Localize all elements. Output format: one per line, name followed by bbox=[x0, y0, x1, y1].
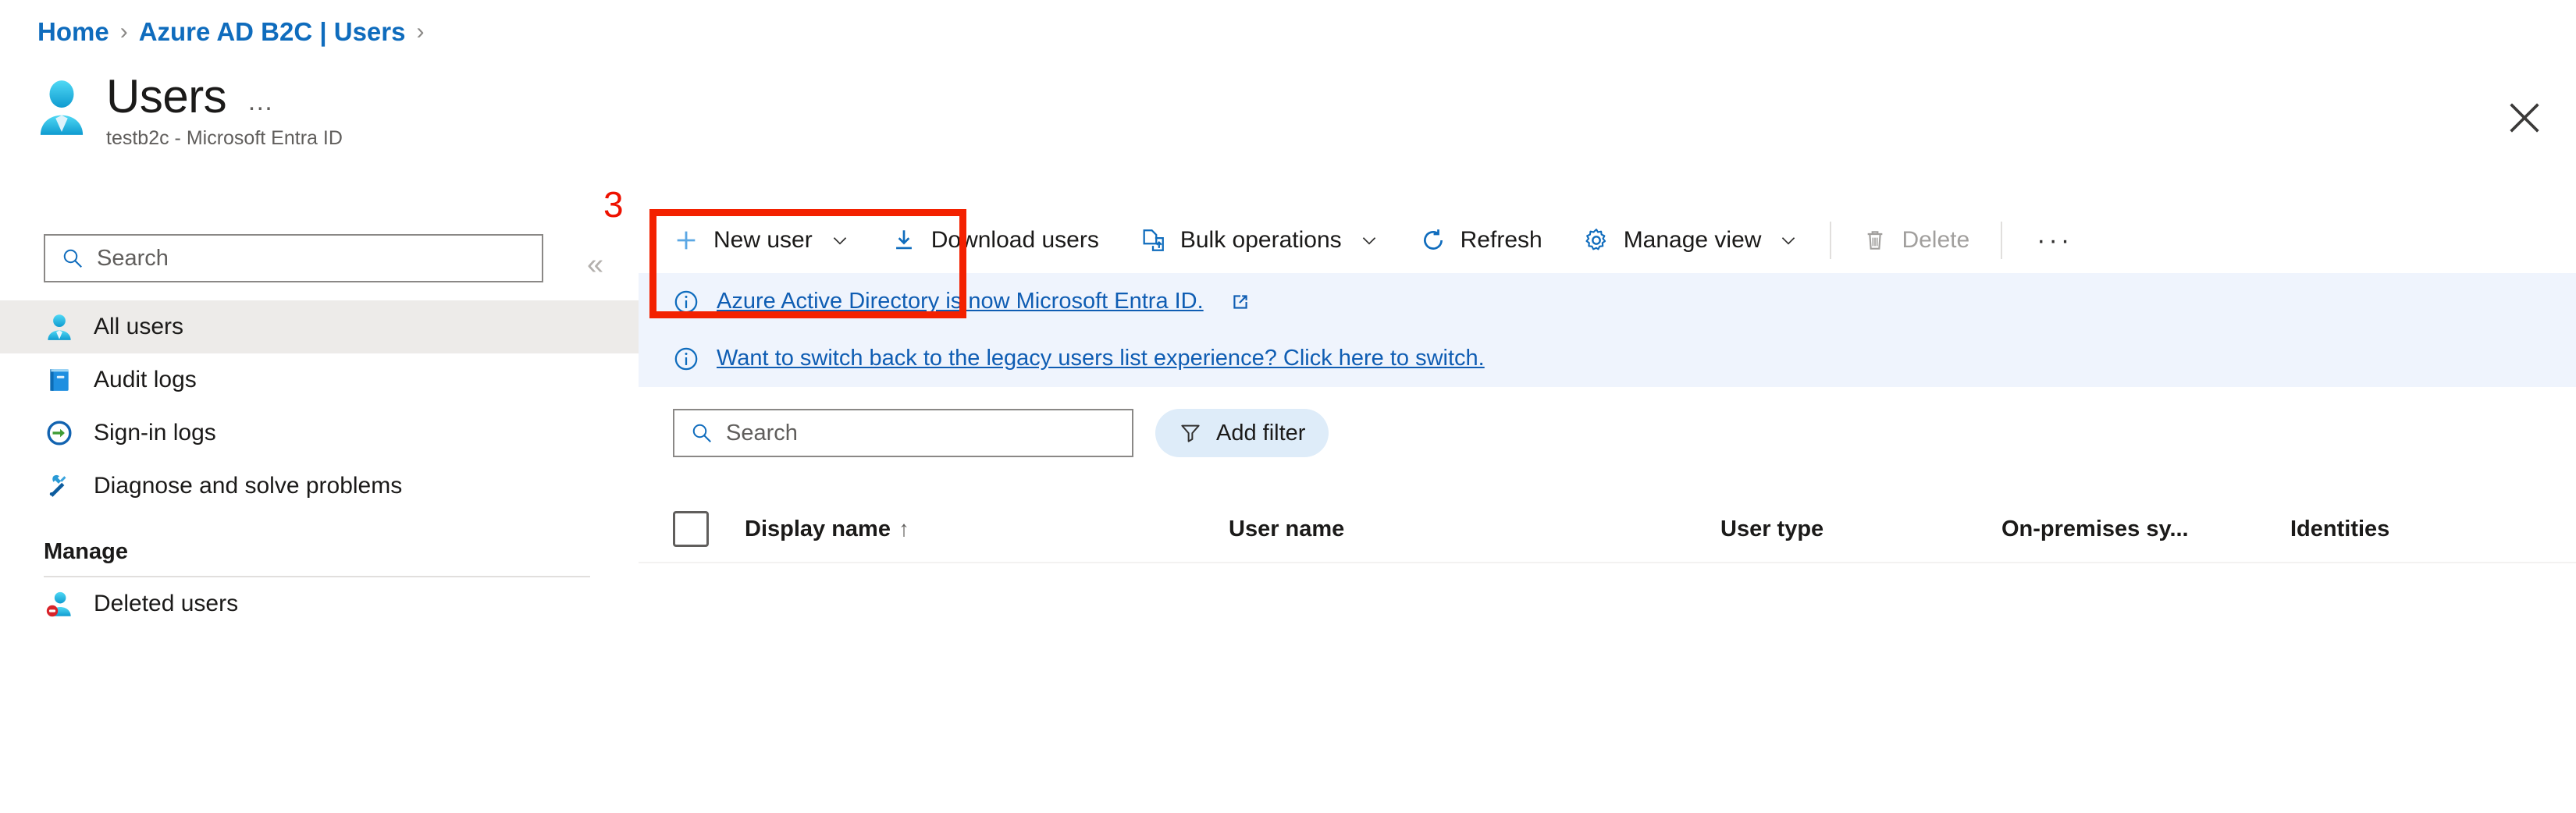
external-link-icon[interactable] bbox=[1230, 292, 1251, 312]
chevron-right-icon-2: › bbox=[416, 19, 425, 44]
page-header: Users … testb2c - Microsoft Entra ID bbox=[37, 72, 343, 150]
column-header-user-type[interactable]: User type bbox=[1720, 517, 2001, 542]
page-title: Users bbox=[106, 70, 227, 122]
select-all-checkbox-cell bbox=[673, 511, 745, 547]
column-header-label: User type bbox=[1720, 516, 1824, 541]
table-header-row: Display name ↑ User name User type On-pr… bbox=[639, 496, 2576, 563]
download-users-button[interactable]: Download users bbox=[870, 208, 1119, 273]
sidebar-item-audit-logs[interactable]: Audit logs bbox=[0, 353, 639, 406]
banner-link-legacy-list[interactable]: Want to switch back to the legacy users … bbox=[717, 346, 1485, 371]
page-more-menu-button[interactable]: … bbox=[247, 87, 276, 117]
select-all-checkbox[interactable] bbox=[673, 511, 709, 547]
column-header-label: On-premises sy... bbox=[2001, 516, 2189, 541]
sidebar-search-placeholder: Search bbox=[97, 245, 169, 271]
user-avatar-icon bbox=[40, 80, 84, 135]
sidebar-item-sign-in-logs[interactable]: Sign-in logs bbox=[0, 406, 639, 460]
chevron-down-icon bbox=[833, 237, 846, 245]
breadcrumb-item-azure-ad-b2c-users[interactable]: Azure AD B2C | Users bbox=[139, 17, 406, 47]
info-banner-entra-id: Azure Active Directory is now Microsoft … bbox=[639, 273, 2576, 330]
grid-search-placeholder: Search bbox=[726, 420, 798, 446]
add-filter-button[interactable]: Add filter bbox=[1155, 409, 1329, 457]
sidebar-search-input[interactable]: Search bbox=[44, 234, 543, 282]
refresh-button[interactable]: Refresh bbox=[1400, 208, 1563, 273]
column-header-user-name[interactable]: User name bbox=[1229, 517, 1720, 542]
toolbar-divider-2 bbox=[2001, 222, 2003, 259]
sidebar-item-label: Deleted users bbox=[94, 591, 239, 616]
chevron-down-icon bbox=[1362, 237, 1375, 245]
chevron-down-icon bbox=[1782, 237, 1795, 245]
column-header-identities[interactable]: Identities bbox=[2290, 517, 2524, 542]
grid-filter-row: Search Add filter bbox=[639, 409, 1329, 457]
bulk-operations-icon bbox=[1143, 229, 1164, 251]
info-icon bbox=[674, 290, 698, 313]
sidebar-nav-list: All users Audit logs Sign-in logs Diagno… bbox=[0, 300, 639, 630]
sort-ascending-icon: ↑ bbox=[898, 517, 909, 541]
column-header-label: Identities bbox=[2290, 516, 2390, 541]
column-header-label: User name bbox=[1229, 516, 1345, 541]
sidebar-item-deleted-users[interactable]: Deleted users bbox=[0, 577, 639, 630]
manage-view-label: Manage view bbox=[1623, 227, 1762, 253]
breadcrumb-item-home[interactable]: Home bbox=[37, 17, 109, 47]
main-content: New user Download users Bulk operations bbox=[603, 186, 2576, 813]
refresh-label: Refresh bbox=[1460, 227, 1542, 253]
bulk-operations-button[interactable]: Bulk operations bbox=[1119, 208, 1400, 273]
column-header-label: Display name bbox=[745, 516, 891, 541]
delete-label: Delete bbox=[1902, 227, 1970, 253]
page-subtitle: testb2c - Microsoft Entra ID bbox=[106, 127, 343, 149]
refresh-icon bbox=[1423, 229, 1443, 250]
toolbar-more-button[interactable]: ··· bbox=[2013, 225, 2096, 256]
trash-icon bbox=[1868, 231, 1883, 250]
breadcrumb: Home › Azure AD B2C | Users › bbox=[37, 17, 424, 47]
sign-in-icon bbox=[44, 417, 75, 449]
delete-button[interactable]: Delete bbox=[1842, 208, 1990, 273]
command-toolbar: New user Download users Bulk operations bbox=[603, 186, 2576, 318]
filter-icon bbox=[1181, 424, 1200, 442]
sidebar-group-label-manage: Manage bbox=[44, 539, 128, 564]
info-banner-legacy-list: Want to switch back to the legacy users … bbox=[639, 330, 2576, 387]
toolbar-divider bbox=[1830, 222, 1832, 259]
info-banner-region: Azure Active Directory is now Microsoft … bbox=[639, 273, 2576, 387]
sidebar: Search All users Audit logs Sign-in logs… bbox=[0, 226, 639, 813]
users-table: Display name ↑ User name User type On-pr… bbox=[639, 496, 2576, 563]
banner-link-entra-id[interactable]: Azure Active Directory is now Microsoft … bbox=[717, 289, 1204, 314]
search-icon bbox=[692, 424, 711, 442]
column-header-on-premises-sync[interactable]: On-premises sy... bbox=[2001, 517, 2290, 542]
user-icon bbox=[44, 311, 75, 343]
new-user-button[interactable]: New user bbox=[639, 208, 870, 273]
download-icon bbox=[895, 230, 912, 250]
download-users-label: Download users bbox=[930, 227, 1099, 253]
search-icon bbox=[63, 249, 82, 268]
plus-icon bbox=[677, 231, 696, 250]
manage-view-button[interactable]: Manage view bbox=[1563, 208, 1820, 273]
sidebar-item-label: All users bbox=[94, 314, 184, 339]
grid-search-input[interactable]: Search bbox=[673, 409, 1133, 457]
sidebar-item-diagnose-and-solve-problems[interactable]: Diagnose and solve problems bbox=[0, 460, 639, 513]
gear-icon bbox=[1585, 229, 1606, 250]
bulk-operations-label: Bulk operations bbox=[1179, 227, 1342, 253]
chevron-right-icon: › bbox=[119, 19, 128, 44]
add-filter-label: Add filter bbox=[1216, 420, 1306, 446]
annotation-number: 3 bbox=[603, 184, 624, 225]
sidebar-item-label: Audit logs bbox=[94, 367, 197, 392]
deleted-user-icon bbox=[44, 588, 75, 620]
sidebar-item-label: Diagnose and solve problems bbox=[94, 473, 403, 499]
book-icon bbox=[44, 364, 75, 396]
column-header-display-name[interactable]: Display name ↑ bbox=[745, 517, 1229, 542]
sidebar-item-all-users[interactable]: All users bbox=[0, 300, 639, 353]
tools-icon bbox=[44, 470, 75, 502]
close-icon[interactable] bbox=[2504, 98, 2545, 138]
sidebar-collapse-button[interactable]: « bbox=[587, 250, 603, 279]
sidebar-item-label: Sign-in logs bbox=[94, 420, 216, 446]
info-icon bbox=[674, 347, 698, 370]
new-user-label: New user bbox=[713, 227, 813, 253]
